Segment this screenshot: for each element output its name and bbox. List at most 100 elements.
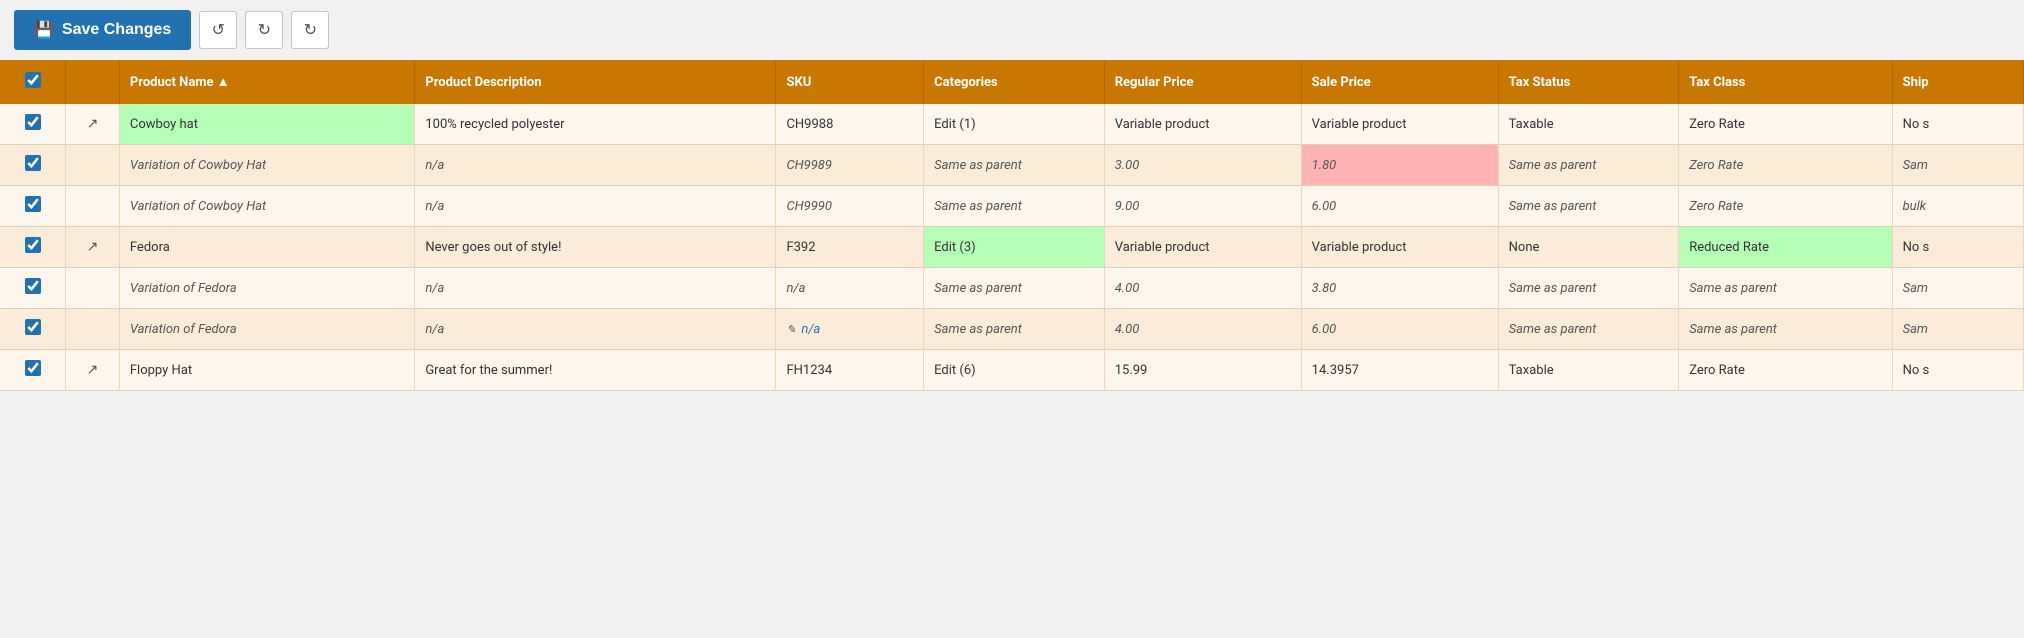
sku-cell: n/a xyxy=(776,268,924,309)
undo-icon: ↺ xyxy=(212,20,225,40)
header-categories: Categories xyxy=(924,60,1105,104)
product-name-cell: Variation of Cowboy Hat xyxy=(119,186,414,227)
ship-cell: No s xyxy=(1892,104,2023,145)
ship-cell: Sam xyxy=(1892,309,2023,350)
regular-price-cell: 9.00 xyxy=(1104,186,1301,227)
header-ext xyxy=(66,60,120,104)
ship-cell: Sam xyxy=(1892,145,2023,186)
table-row: Variation of Cowboy Hatn/aCH9990Same as … xyxy=(0,186,2024,227)
sku-cell[interactable]: ✎ n/a xyxy=(776,309,924,350)
tax-status-cell: Same as parent xyxy=(1498,268,1679,309)
row-checkbox-cell[interactable] xyxy=(0,145,66,186)
products-table-wrap: Product Name ▲ Product Description SKU C… xyxy=(0,60,2024,391)
categories-cell[interactable]: Edit (3) xyxy=(924,227,1105,268)
product-name-cell: Variation of Fedora xyxy=(119,268,414,309)
row-checkbox-cell[interactable] xyxy=(0,186,66,227)
tax-status-cell: Same as parent xyxy=(1498,145,1679,186)
table-row: Variation of Cowboy Hatn/aCH9989Same as … xyxy=(0,145,2024,186)
row-checkbox[interactable] xyxy=(25,196,41,212)
categories-cell: Same as parent xyxy=(924,145,1105,186)
product-name-cell: Fedora xyxy=(119,227,414,268)
select-all-checkbox[interactable] xyxy=(25,72,41,88)
categories-cell: Edit (1) xyxy=(924,104,1105,145)
row-checkbox[interactable] xyxy=(25,114,41,130)
undo-button[interactable]: ↺ xyxy=(199,11,237,49)
regular-price-cell: 15.99 xyxy=(1104,350,1301,391)
header-product-name[interactable]: Product Name ▲ xyxy=(119,60,414,104)
product-desc-cell: n/a xyxy=(415,186,776,227)
external-link-icon[interactable]: ↗ xyxy=(87,362,99,378)
product-name-label: Product Name xyxy=(130,75,214,90)
regular-price-cell: 4.00 xyxy=(1104,309,1301,350)
categories-cell: Same as parent xyxy=(924,268,1105,309)
tax-status-cell: Same as parent xyxy=(1498,186,1679,227)
redo-icon: ↻ xyxy=(258,20,271,40)
row-checkbox-cell[interactable] xyxy=(0,268,66,309)
ship-cell: Sam xyxy=(1892,268,2023,309)
tax-class-cell[interactable]: Reduced Rate xyxy=(1679,227,1892,268)
row-checkbox-cell[interactable] xyxy=(0,104,66,145)
row-checkbox[interactable] xyxy=(25,278,41,294)
product-desc-cell: Never goes out of style! xyxy=(415,227,776,268)
header-tax-class: Tax Class xyxy=(1679,60,1892,104)
save-changes-button[interactable]: 💾 Save Changes xyxy=(14,10,191,50)
tax-class-cell: Zero Rate xyxy=(1679,186,1892,227)
tax-status-cell: Taxable xyxy=(1498,350,1679,391)
product-name-cell: Cowboy hat xyxy=(119,104,414,145)
refresh-button[interactable]: ↻ xyxy=(291,11,329,49)
refresh-icon: ↻ xyxy=(304,20,317,40)
sale-price-cell: 6.00 xyxy=(1301,309,1498,350)
sale-price-cell: Variable product xyxy=(1301,227,1498,268)
row-ext-link-cell xyxy=(66,309,120,350)
sku-cell: CH9989 xyxy=(776,145,924,186)
toolbar: 💾 Save Changes ↺ ↻ ↻ xyxy=(0,0,2024,60)
sku-link[interactable]: n/a xyxy=(801,322,820,337)
sku-cell: CH9988 xyxy=(776,104,924,145)
ship-cell: No s xyxy=(1892,350,2023,391)
row-checkbox[interactable] xyxy=(25,155,41,171)
edit-sku-icon[interactable]: ✎ xyxy=(786,323,798,336)
categories-cell: Same as parent xyxy=(924,186,1105,227)
product-desc-cell: n/a xyxy=(415,309,776,350)
table-row: ↗ FedoraNever goes out of style!F392Edit … xyxy=(0,227,2024,268)
row-checkbox-cell[interactable] xyxy=(0,309,66,350)
header-check[interactable] xyxy=(0,60,66,104)
header-ship: Ship xyxy=(1892,60,2023,104)
sale-price-cell: 3.80 xyxy=(1301,268,1498,309)
sale-price-cell: 6.00 xyxy=(1301,186,1498,227)
ship-cell: bulk xyxy=(1892,186,2023,227)
redo-button[interactable]: ↻ xyxy=(245,11,283,49)
row-checkbox[interactable] xyxy=(25,237,41,253)
product-name-cell: Variation of Fedora xyxy=(119,309,414,350)
tax-status-cell: Taxable xyxy=(1498,104,1679,145)
row-ext-link-cell[interactable]: ↗ xyxy=(66,350,120,391)
row-checkbox[interactable] xyxy=(25,360,41,376)
row-checkbox-cell[interactable] xyxy=(0,227,66,268)
header-tax-status: Tax Status xyxy=(1498,60,1679,104)
tax-class-cell: Zero Rate xyxy=(1679,350,1892,391)
row-ext-link-cell[interactable]: ↗ xyxy=(66,227,120,268)
products-table: Product Name ▲ Product Description SKU C… xyxy=(0,60,2024,391)
table-row: ↗ Cowboy hat100% recycled polyesterCH9988… xyxy=(0,104,2024,145)
external-link-icon[interactable]: ↗ xyxy=(87,116,99,132)
table-header: Product Name ▲ Product Description SKU C… xyxy=(0,60,2024,104)
external-link-icon[interactable]: ↗ xyxy=(87,239,99,255)
regular-price-cell: 4.00 xyxy=(1104,268,1301,309)
row-checkbox[interactable] xyxy=(25,319,41,335)
header-regular-price: Regular Price xyxy=(1104,60,1301,104)
product-desc-cell: 100% recycled polyester xyxy=(415,104,776,145)
regular-price-cell: Variable product xyxy=(1104,104,1301,145)
table-body: ↗ Cowboy hat100% recycled polyesterCH9988… xyxy=(0,104,2024,391)
sku-cell: CH9990 xyxy=(776,186,924,227)
row-checkbox-cell[interactable] xyxy=(0,350,66,391)
product-desc-cell: n/a xyxy=(415,145,776,186)
save-changes-label: Save Changes xyxy=(62,21,171,39)
regular-price-cell: Variable product xyxy=(1104,227,1301,268)
header-product-desc: Product Description xyxy=(415,60,776,104)
sku-cell: FH1234 xyxy=(776,350,924,391)
row-ext-link-cell xyxy=(66,145,120,186)
row-ext-link-cell[interactable]: ↗ xyxy=(66,104,120,145)
sku-cell: F392 xyxy=(776,227,924,268)
categories-cell: Same as parent xyxy=(924,309,1105,350)
regular-price-cell: 3.00 xyxy=(1104,145,1301,186)
